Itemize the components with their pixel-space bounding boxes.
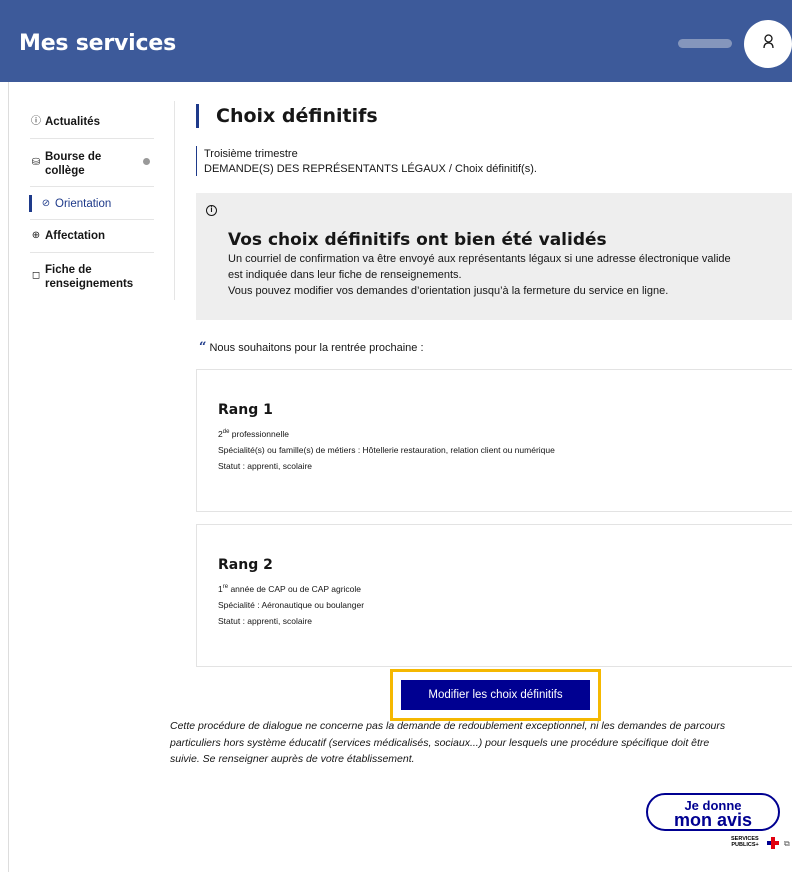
feedback-button[interactable]: Je donne mon avis <box>646 793 780 831</box>
target-icon: ⊕ <box>31 230 41 241</box>
title-accent-bar <box>196 104 199 128</box>
feedback-line2: mon avis <box>673 810 753 830</box>
page-left-border <box>8 82 9 872</box>
sidebar-nav: ⓘ Actualités ⛁ Bourse de collège ⊘ Orien… <box>29 100 158 291</box>
notice-title: Vos choix définitifs ont bien été validé… <box>228 230 607 250</box>
rank-specialty: Spécialité(s) ou famille(s) de métiers :… <box>218 445 555 455</box>
sidebar-item-label: Actualités <box>45 116 100 128</box>
rank-formation: 2de professionnelle <box>218 428 289 440</box>
rank-card: Rang 2 1re année de CAP ou de CAP agrico… <box>196 524 792 667</box>
money-icon: ⛁ <box>31 157 41 168</box>
user-name-blurred <box>678 39 732 48</box>
disclaimer-line: particuliers hors système éducatif (serv… <box>170 736 710 749</box>
breadcrumb-path: DEMANDE(S) DES REPRÉSENTANTS LÉGAUX / Ch… <box>204 163 537 175</box>
sidebar-item-bourse[interactable]: ⛁ Bourse de collège <box>30 150 158 178</box>
sidebar-item-label: Fiche de renseignements <box>45 263 133 291</box>
active-indicator <box>29 195 32 212</box>
info-notice: i Vos choix définitifs ont bien été vali… <box>196 193 792 320</box>
sidebar-item-affectation[interactable]: ⊕ Affectation <box>30 229 158 243</box>
rank-title: Rang 1 <box>218 402 273 418</box>
sidebar-item-actualites[interactable]: ⓘ Actualités <box>30 115 158 129</box>
breadcrumb-period: Troisième trimestre <box>204 148 298 160</box>
sidebar-item-label: Affectation <box>45 230 106 242</box>
sidebar-divider-vertical <box>174 101 175 300</box>
user-icon <box>763 34 774 49</box>
sidebar-item-orientation[interactable]: ⊘ Orientation <box>29 195 158 212</box>
rank-formation: 1re année de CAP ou de CAP agricole <box>218 583 361 595</box>
breadcrumb-bar <box>196 146 197 176</box>
compass-icon: ⊘ <box>41 198 51 209</box>
rank-card: Rang 1 2de professionnelle Spécialité(s)… <box>196 369 792 512</box>
sidebar-divider <box>30 186 154 187</box>
app-header: Mes services <box>0 0 792 82</box>
notice-text-line: Un courriel de confirmation va être envo… <box>228 253 731 265</box>
sidebar-divider <box>30 138 154 139</box>
quote-icon: “ <box>199 340 207 355</box>
sidebar-item-fiche[interactable]: ◻ Fiche de renseignements <box>30 263 158 291</box>
wishes-intro: “Nous souhaitons pour la rentrée prochai… <box>199 340 424 355</box>
rank-specialty: Spécialité : Aéronautique ou boulanger <box>218 600 365 610</box>
sidebar-item-label: Bourse de collège <box>45 150 101 178</box>
user-menu-button[interactable] <box>744 20 792 68</box>
brand-line2: PUBLICS+ <box>731 842 759 848</box>
sidebar-divider <box>30 219 154 220</box>
formation-name: professionnelle <box>229 429 289 439</box>
wishes-intro-text: Nous souhaitons pour la rentrée prochain… <box>209 342 424 354</box>
modify-choices-button[interactable]: Modifier les choix définitifs <box>401 680 590 710</box>
disclaimer-line: suivie. Se renseigner auprès de votre ét… <box>170 753 415 765</box>
external-link-icon[interactable]: ⧉ <box>784 839 790 849</box>
sidebar-label-line2: renseignements <box>45 278 134 290</box>
sidebar-label-line1: Bourse de <box>45 151 102 163</box>
status-dot <box>143 158 150 165</box>
notice-text-line: est indiquée dans leur fiche de renseign… <box>228 269 462 281</box>
sidebar-label-line2: collège <box>45 165 85 177</box>
services-publics-cross-icon <box>767 837 779 849</box>
disclaimer-line: Cette procédure de dialogue ne concerne … <box>170 720 726 732</box>
rank-title: Rang 2 <box>218 557 273 573</box>
info-icon: i <box>206 205 217 216</box>
disclaimer-text: Cette procédure de dialogue ne concerne … <box>170 718 792 768</box>
info-icon: ⓘ <box>31 116 41 127</box>
formation-name: année de CAP ou de CAP agricole <box>228 584 362 594</box>
app-title: Mes services <box>19 31 176 56</box>
rank-status: Statut : apprenti, scolaire <box>218 616 313 626</box>
services-publics-logo: SERVICES PUBLICS+ <box>731 836 759 848</box>
notice-text-line: Vous pouvez modifier vos demandes d’orie… <box>228 285 669 297</box>
file-icon: ◻ <box>31 270 41 281</box>
rank-status: Statut : apprenti, scolaire <box>218 461 313 471</box>
sidebar-divider <box>30 252 154 253</box>
sidebar-item-label: Orientation <box>55 198 112 210</box>
sidebar-label-line1: Fiche de <box>45 264 92 276</box>
page-title: Choix définitifs <box>216 105 378 127</box>
